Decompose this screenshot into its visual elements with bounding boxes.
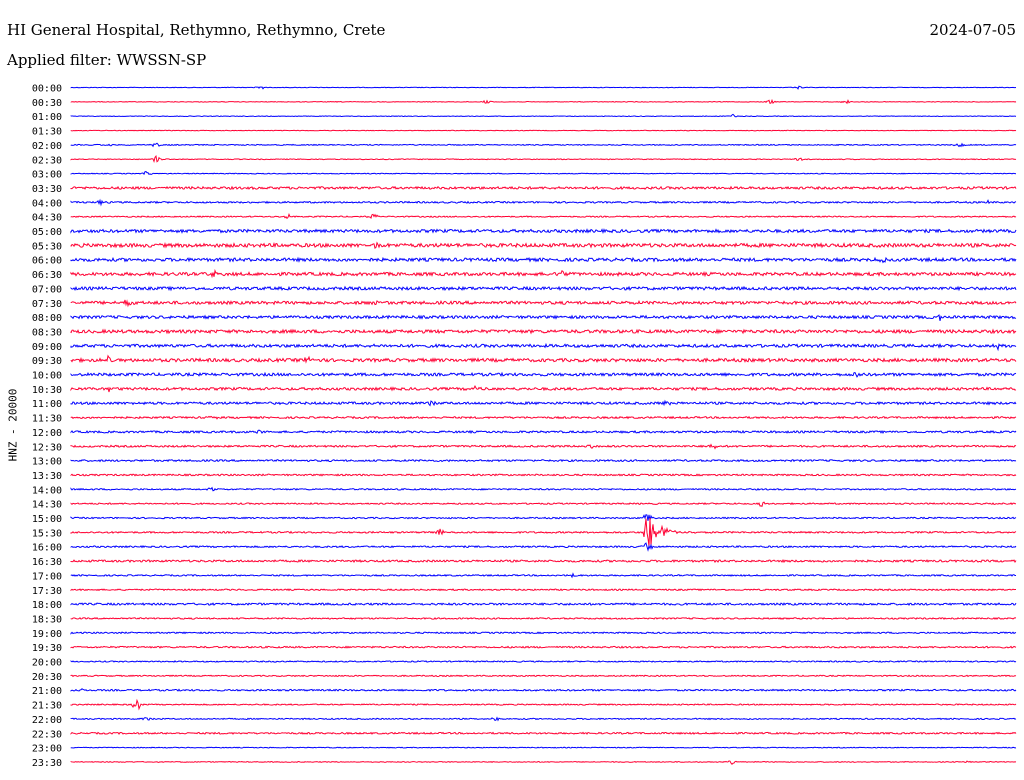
row-time-label: 16:30	[32, 557, 62, 568]
row-time-label: 16:00	[32, 543, 62, 554]
row-time-label: 01:00	[32, 112, 62, 123]
seismic-trace	[70, 660, 1017, 663]
row-time-label: 11:30	[32, 414, 62, 425]
seismic-trace	[70, 354, 1017, 364]
row-time-label: 10:30	[32, 385, 62, 396]
seismic-trace	[70, 617, 1017, 620]
seismic-trace	[70, 674, 1017, 678]
row-time-label: 21:00	[32, 686, 62, 697]
seismic-trace	[70, 213, 1017, 220]
row-time-label: 03:30	[32, 184, 62, 195]
seismic-trace	[70, 299, 1017, 308]
seismic-trace	[70, 688, 1017, 692]
row-time-label: 05:30	[32, 241, 62, 252]
row-time-label: 14:30	[32, 500, 62, 511]
seismic-trace	[70, 716, 1017, 722]
seismic-trace	[70, 602, 1017, 607]
row-time-label: 17:30	[32, 586, 62, 597]
seismic-trace	[70, 415, 1017, 420]
seismic-trace	[70, 572, 1017, 579]
row-time-label: 11:00	[32, 399, 62, 410]
row-time-label: 06:30	[32, 270, 62, 281]
seismic-trace	[70, 328, 1017, 335]
seismic-trace	[70, 241, 1017, 249]
seismic-trace	[70, 501, 1017, 507]
seismic-trace	[70, 486, 1017, 492]
row-time-label: 20:00	[32, 658, 62, 669]
seismic-trace	[70, 473, 1017, 477]
row-time-label: 10:00	[32, 371, 62, 382]
row-time-label: 05:00	[32, 227, 62, 238]
row-time-label: 18:00	[32, 600, 62, 611]
seismic-trace	[70, 85, 1017, 90]
row-time-label: 08:30	[32, 327, 62, 338]
seismic-trace	[70, 268, 1017, 279]
row-time-label: 04:00	[32, 198, 62, 209]
seismic-trace	[70, 399, 1017, 407]
row-time-label: 22:30	[32, 729, 62, 740]
seismic-trace	[70, 746, 1017, 749]
row-time-label: 06:00	[32, 256, 62, 267]
row-time-label: 03:00	[32, 170, 62, 181]
row-time-label: 15:00	[32, 514, 62, 525]
seismic-trace	[70, 342, 1017, 352]
row-time-label: 14:00	[32, 485, 62, 496]
row-time-label: 09:00	[32, 342, 62, 353]
seismic-trace	[70, 443, 1017, 450]
row-time-label: 21:30	[32, 701, 62, 712]
row-time-label: 02:30	[32, 155, 62, 166]
seismic-trace	[70, 142, 1017, 148]
row-time-label: 00:00	[32, 84, 62, 95]
seismic-trace	[70, 384, 1017, 393]
seismic-trace	[70, 129, 1017, 132]
seismic-trace	[70, 514, 1017, 521]
seismic-trace	[70, 228, 1017, 235]
row-time-label: 04:30	[32, 213, 62, 224]
seismic-trace	[70, 314, 1017, 321]
row-time-label: 15:30	[32, 528, 62, 539]
row-time-label: 09:30	[32, 356, 62, 367]
seismic-trace	[70, 760, 1017, 765]
row-time-label: 23:30	[32, 758, 62, 769]
row-time-label: 13:30	[32, 471, 62, 482]
seismic-trace	[70, 98, 1017, 105]
row-time-label: 19:00	[32, 629, 62, 640]
row-time-label: 01:30	[32, 127, 62, 138]
row-time-label: 08:00	[32, 313, 62, 324]
row-time-label: 13:00	[32, 457, 62, 468]
seismic-trace	[70, 731, 1017, 735]
row-time-label: 02:00	[32, 141, 62, 152]
seismic-trace	[70, 371, 1017, 378]
seismic-trace	[70, 458, 1017, 463]
seismic-trace	[70, 559, 1017, 564]
row-time-label: 18:30	[32, 614, 62, 625]
row-time-label: 20:30	[32, 672, 62, 683]
seismic-trace	[70, 631, 1017, 635]
seismic-trace	[70, 645, 1017, 649]
seismic-trace	[70, 698, 1017, 711]
helicorder-plot: 00:00 00:30 01:00 01:30 02:00 02:30 03:00 03:30…	[32, 84, 1017, 769]
seismic-trace	[70, 113, 1017, 118]
row-time-label: 00:30	[32, 98, 62, 109]
seismic-trace	[70, 588, 1017, 592]
row-time-label: 07:00	[32, 284, 62, 295]
seismic-trace	[70, 429, 1017, 434]
row-time-label: 17:00	[32, 571, 62, 582]
seismic-trace	[70, 185, 1017, 191]
row-time-label: 22:00	[32, 715, 62, 726]
row-time-label: 12:30	[32, 442, 62, 453]
seismic-trace	[70, 198, 1017, 207]
seismic-trace	[70, 542, 1017, 552]
row-time-label: 12:00	[32, 428, 62, 439]
seismic-trace	[70, 256, 1017, 264]
seismic-trace	[70, 518, 1017, 547]
seismic-trace	[70, 285, 1017, 292]
row-time-label: 19:30	[32, 643, 62, 654]
seismic-trace	[70, 171, 1017, 176]
row-time-label: 07:30	[32, 299, 62, 310]
row-time-label: 23:00	[32, 744, 62, 755]
seismic-trace	[70, 155, 1017, 164]
